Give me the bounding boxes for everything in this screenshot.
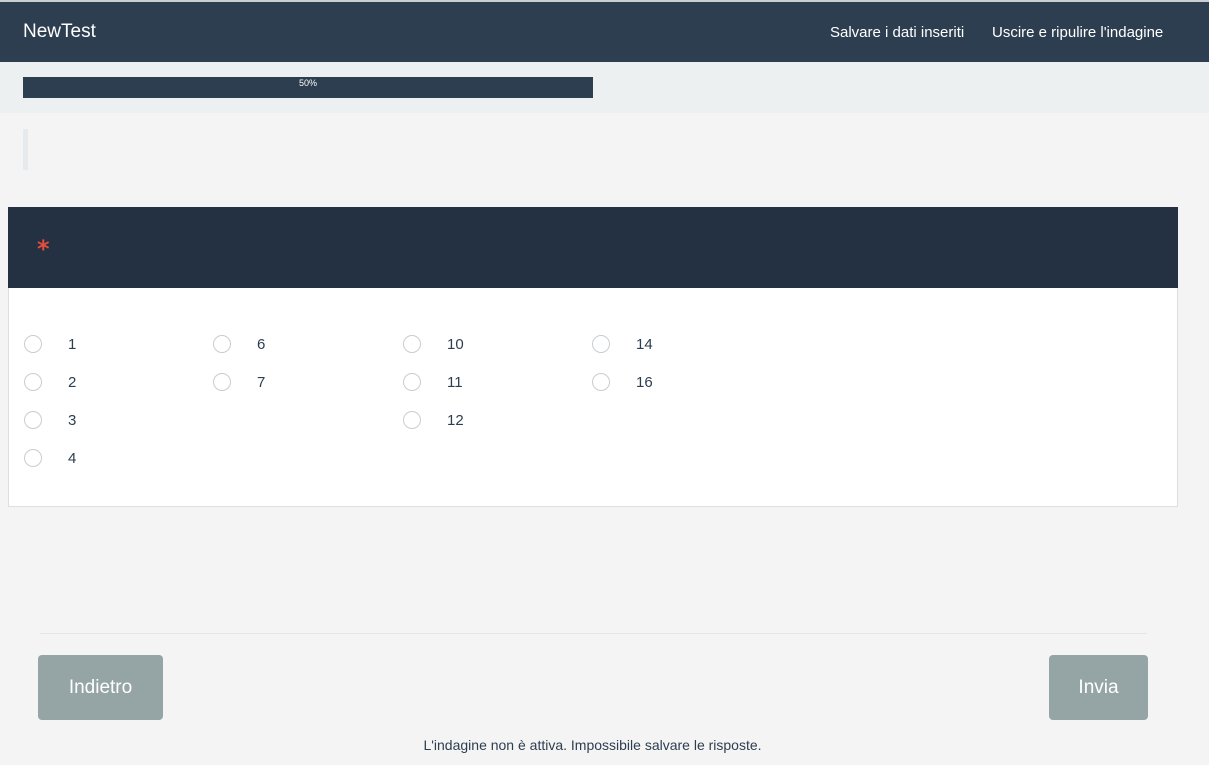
option-label: 12: [447, 412, 464, 429]
exit-clear-survey-link[interactable]: Uscire e ripulire l'indagine: [992, 24, 1163, 42]
question-header: [8, 207, 1178, 288]
option-label: 6: [257, 336, 266, 353]
radio-button[interactable]: [403, 411, 421, 429]
radio-button[interactable]: [24, 373, 42, 391]
option-label: 14: [636, 336, 653, 353]
progress-area: 50%: [0, 62, 1209, 113]
answers-panel: 1 2 3 4 6 7 10 11 12 14 16: [8, 288, 1178, 507]
radio-button[interactable]: [24, 449, 42, 467]
option-label: 3: [68, 412, 77, 429]
option-label: 16: [636, 374, 653, 391]
radio-button[interactable]: [213, 373, 231, 391]
option-label: 11: [447, 374, 463, 391]
option-label: 4: [68, 450, 77, 467]
radio-button[interactable]: [592, 335, 610, 353]
radio-button[interactable]: [213, 335, 231, 353]
inactive-survey-message: L'indagine non è attiva. Impossibile sal…: [423, 737, 762, 753]
survey-title: NewTest: [23, 21, 96, 42]
option-label: 2: [68, 374, 77, 391]
radio-button[interactable]: [24, 335, 42, 353]
submit-button[interactable]: Invia: [1049, 655, 1148, 720]
back-button[interactable]: Indietro: [38, 655, 163, 720]
footer-divider: [40, 633, 1147, 634]
question-help-placeholder: [23, 129, 28, 170]
radio-button[interactable]: [24, 411, 42, 429]
radio-button[interactable]: [403, 335, 421, 353]
progress-label: 50%: [298, 78, 317, 88]
option-label: 1: [68, 336, 77, 353]
top-navbar: NewTest Salvare i dati inseriti Uscire e…: [0, 2, 1209, 62]
option-label: 10: [447, 336, 464, 353]
required-asterisk: *: [37, 235, 50, 263]
radio-button[interactable]: [592, 373, 610, 391]
progress-bar: 50%: [23, 77, 593, 98]
option-label: 7: [257, 374, 266, 391]
radio-button[interactable]: [403, 373, 421, 391]
save-data-link[interactable]: Salvare i dati inseriti: [830, 24, 964, 42]
